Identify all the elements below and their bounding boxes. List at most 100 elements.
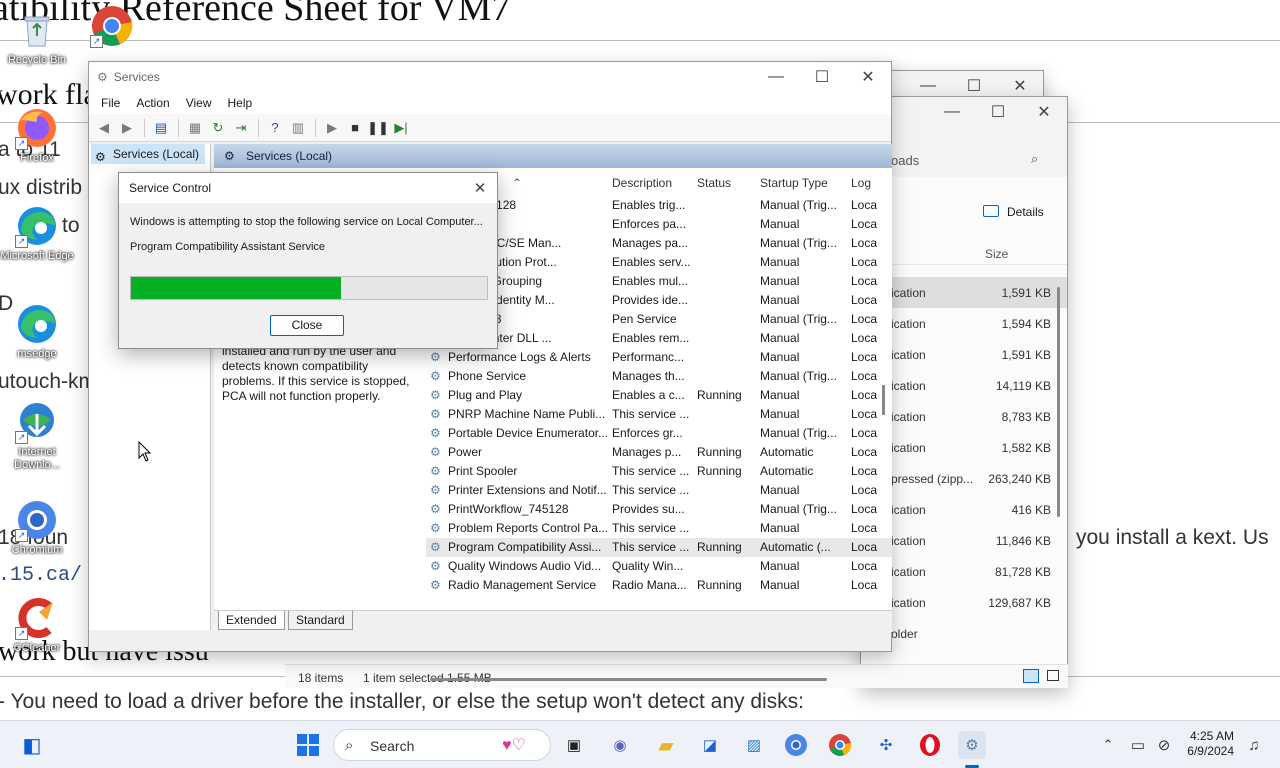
service-name: Portable Device Enumerator... [448,426,608,440]
opera-icon[interactable] [916,731,944,759]
search-icon[interactable]: ⌕ [1031,151,1038,167]
service-control-dialog[interactable]: Service Control ✕ Windows is attempting … [118,172,498,349]
sort-up-icon[interactable]: ⌃ [512,176,522,190]
service-description-cell: This service ... [612,464,690,478]
tab-extended[interactable]: Extended [218,611,285,630]
network-app-icon[interactable]: ✣ [872,731,900,759]
gear-icon: ⚙ [95,150,106,164]
desktop-icon-chromium[interactable]: ↗ Chromium [0,498,74,557]
dialog-message: Windows is attempting to stop the follow… [130,216,483,228]
service-row[interactable]: ⚙ PNRP Machine Name Publi... This service … [426,405,892,424]
chrome-icon[interactable] [826,731,854,759]
desktop-icon-firefox[interactable]: ↗ Firefox [0,106,74,165]
desktop-icon-chrome[interactable]: ↗ [86,4,138,50]
desktop-icon-msedge[interactable]: msedge [0,302,74,361]
service-row[interactable]: ⚙ Power Manages p... Running Automatic Loca [426,443,892,462]
widgets-icon[interactable]: ◧ [18,731,46,759]
menu-help[interactable]: Help [220,96,261,110]
vertical-scrollbar[interactable] [882,385,885,415]
stop-service-icon[interactable]: ■ [344,118,366,138]
close-icon[interactable]: ✕ [463,173,497,203]
column-log-on-as[interactable]: Log [851,176,871,190]
service-log-on: Loca [851,236,877,250]
search-highlight-icon: ♥♡ [502,737,526,754]
forward-arrow-icon[interactable]: ▶ [116,118,138,138]
close-button[interactable]: Close [270,315,344,336]
help-icon[interactable]: ? [264,118,286,138]
service-row[interactable]: ⚙ PrintWorkflow_745128 Provides su... Manua… [426,500,892,519]
service-row[interactable]: ⚙ Phone Service Manages th... Manual (Trig.… [426,367,892,386]
teams-chat-icon[interactable]: ◉ [606,731,634,759]
service-row[interactable]: ⚙ Portable Device Enumerator... Enforces g… [426,424,892,443]
service-row[interactable]: ⚙ Radio Management Service Radio Mana... Ru… [426,576,892,595]
desktop-icon-microsoft-edge[interactable]: ↗ Microsoft Edge [0,204,74,263]
menu-file[interactable]: File [93,96,128,110]
service-name: Radio Management Service [448,578,597,592]
file-explorer-icon[interactable]: ▰ [652,731,680,759]
services-window[interactable]: ⚙ Services — ☐ ✕ File Action View Help ◀… [88,61,892,681]
horizontal-scrollbar[interactable] [430,678,827,681]
start-service-icon[interactable]: ▶ [321,118,343,138]
details-layout-icon[interactable] [1023,669,1039,683]
chromium-icon[interactable] [782,731,810,759]
menu-view[interactable]: View [178,96,220,110]
service-row[interactable]: ⚙ Print Spooler This service ... Running Aut… [426,462,892,481]
service-name: PrintWorkflow_745128 [448,502,569,516]
service-row[interactable]: ⚙ Program Compatibility Assi... This servi… [426,538,892,557]
view-tabs: Extended Standard [214,610,892,632]
column-status[interactable]: Status [697,176,731,190]
close-button[interactable]: ✕ [845,62,891,92]
maximize-button[interactable]: ☐ [799,62,845,92]
search-box-text[interactable]: oads [891,153,919,168]
service-row[interactable]: ⚙ Plug and Play Enables a c... Running Manua… [426,386,892,405]
view-icon[interactable]: ▥ [287,118,309,138]
explorer-scrollbar[interactable] [1057,287,1060,517]
tab-standard[interactable]: Standard [288,611,353,630]
tiles-layout-icon[interactable] [1047,670,1059,681]
service-row[interactable]: ⚙ Quality Windows Audio Vid... Quality Win… [426,557,892,576]
restart-service-icon[interactable]: ▶| [390,118,412,138]
desktop-icon-recycle-bin[interactable]: Recycle Bin [0,8,74,67]
chrome-icon: ↗ [90,4,134,48]
minimize-button[interactable]: — [753,62,799,92]
notification-bell-icon[interactable]: ♫ [1240,731,1268,759]
pause-service-icon[interactable]: ❚❚ [367,118,389,138]
service-startup-type: Manual (Trig... [760,236,837,250]
tree-node-services-local[interactable]: ⚙ Services (Local) [91,144,206,164]
file-type: ication [891,503,926,517]
column-description[interactable]: Description [612,176,672,190]
details-button[interactable]: Details [1007,205,1044,219]
task-view-icon[interactable]: ▣ [560,731,588,759]
service-row[interactable]: ⚙ Printer Extensions and Notif... This ser… [426,481,892,500]
export-list-icon[interactable]: ⇥ [230,118,252,138]
minimize-button[interactable]: — [929,97,975,127]
service-description-cell: This service ... [612,483,690,497]
service-row[interactable]: ⚙ Performance Logs & Alerts Performanc... M… [426,348,892,367]
show-hide-tree-icon[interactable]: ▤ [150,118,172,138]
menu-action[interactable]: Action [128,96,177,110]
volume-muted-icon[interactable]: ⊘ [1150,731,1178,759]
start-button[interactable] [294,731,322,759]
service-description-cell: Pen Service [612,312,677,326]
toolbar-separator [178,118,179,137]
desktop-icon-internet-download[interactable]: ↗ Internet Downlo... [0,400,74,472]
service-row[interactable]: ⚙ Problem Reports Control Pa... This servi… [426,519,892,538]
taskbar-search-box[interactable]: ⌕ Search ♥♡ [333,729,551,761]
size-column-header[interactable]: Size [985,247,1008,261]
chevron-up-icon[interactable]: ⌃ [1094,731,1122,759]
network-icon[interactable]: ▭ [1124,731,1152,759]
refresh-icon[interactable]: ↻ [207,118,229,138]
service-startup-type: Manual (Trig... [760,369,837,383]
services-taskbar-icon[interactable]: ⚙ [958,731,986,759]
maximize-button[interactable]: ☐ [975,97,1021,127]
properties-icon[interactable]: ▦ [184,118,206,138]
control-panel-icon[interactable]: ▨ [740,731,768,759]
system-clock[interactable]: 4:25 AM 6/9/2024 [1187,729,1234,759]
service-log-on: Loca [851,407,877,421]
desktop-icon-ccleaner[interactable]: ↗ CCleaner [0,596,74,655]
back-arrow-icon[interactable]: ◀ [93,118,115,138]
column-startup-type[interactable]: Startup Type [760,176,828,190]
progress-fill [131,277,342,299]
microsoft-store-icon[interactable]: ◪ [696,731,724,759]
close-button[interactable]: ✕ [1021,97,1067,127]
